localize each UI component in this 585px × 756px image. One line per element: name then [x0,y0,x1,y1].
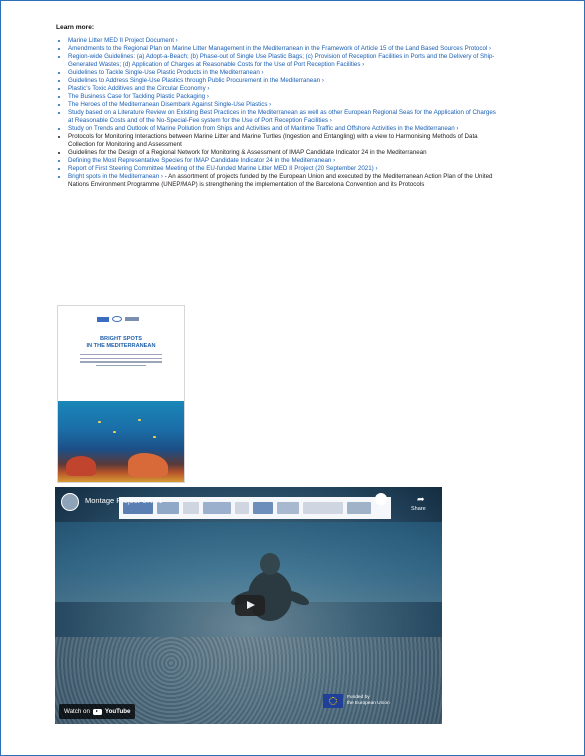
resource-list-item[interactable]: Guidelines to Address Single-Use Plastic… [68,77,496,85]
cover-title-line1: BRIGHT SPOTS [100,336,142,342]
youtube-play-icon [92,708,102,715]
bright-spots-cover[interactable]: BRIGHT SPOTS IN THE MEDITERRANEAN [57,305,185,483]
resource-list: Marine Litter MED II Project Document ›A… [56,37,496,189]
map-logo-icon [125,317,139,321]
resource-list-item[interactable]: Report of First Steering Committee Meeti… [68,165,496,173]
resource-text: Protocols for Monitoring Interactions be… [68,133,478,148]
play-button[interactable] [235,595,265,616]
resource-link[interactable]: Defining the Most Representative Species… [68,157,335,164]
cover-title-line2: IN THE MEDITERRANEAN [86,343,156,349]
resource-link[interactable]: Report of First Steering Committee Meeti… [68,165,378,172]
resource-text: Guidelines for the Design of a Regional … [68,149,427,156]
share-icon[interactable]: ➦ [417,494,427,504]
learn-more-heading: Learn more: [56,24,95,31]
resource-list-item[interactable]: Amendments to the Regional Plan on Marin… [68,45,496,53]
learn-more-section: Learn more: Marine Litter MED II Project… [56,24,496,189]
bright-spots-link[interactable]: Bright spots in the Mediterranean › [68,173,163,180]
eu-funded-line2: the European Union [347,701,390,706]
resource-link[interactable]: Amendments to the Regional Plan on Marin… [68,45,491,52]
resource-link[interactable]: Region-wide Guidelines: (a) Adopt-a-Beac… [68,53,494,68]
resource-list-item[interactable]: Marine Litter MED II Project Document › [68,37,496,45]
watch-on-youtube-button[interactable]: Watch on YouTube [59,704,136,719]
watch-on-label: Watch on [64,708,90,715]
resource-list-item[interactable]: Defining the Most Representative Species… [68,157,496,165]
resource-list-item[interactable]: Guidelines to Tackle Single-Use Plastic … [68,69,496,77]
resource-link[interactable]: Guidelines to Address Single-Use Plastic… [68,77,324,84]
video-player[interactable]: Montage Project UK 01 ➦ Share Funded by … [55,487,442,724]
video-title[interactable]: Montage Project UK 01 [85,496,163,505]
cover-logos [97,315,145,323]
resource-link[interactable]: Plastic’s Toxic Additives and the Circul… [68,85,209,92]
resource-list-item[interactable]: Plastic’s Toxic Additives and the Circul… [68,85,496,93]
youtube-wordmark: YouTube [104,708,131,715]
cover-title: BRIGHT SPOTS IN THE MEDITERRANEAN [58,336,184,350]
resource-link[interactable]: The Heroes of the Mediterranean Disembar… [68,101,271,108]
unep-logo-icon [112,316,122,322]
resource-link[interactable]: Guidelines to Tackle Single-Use Plastic … [68,69,264,76]
eu-logo-icon [97,316,109,322]
cover-subtitle-lines [80,354,162,372]
resource-list-item[interactable]: The Business Case for Tackling Plastic P… [68,93,496,101]
cover-reef-image [58,401,184,482]
share-label[interactable]: Share [411,506,426,512]
eu-funded-badge: Funded by the European Union [323,690,393,712]
resource-link[interactable]: Study based on a Literature Review on Ex… [68,109,496,124]
resource-list-item: Protocols for Monitoring Interactions be… [68,133,496,149]
resource-link[interactable]: Study on Trends and Outlook of Marine Po… [68,125,458,132]
eu-flag-icon [323,694,343,708]
resource-list-item: Guidelines for the Design of a Regional … [68,149,496,157]
resource-list-item[interactable]: Study based on a Literature Review on Ex… [68,109,496,125]
resource-list-item[interactable]: Region-wide Guidelines: (a) Adopt-a-Beac… [68,53,496,69]
resource-list-item[interactable]: Study on Trends and Outlook of Marine Po… [68,125,496,133]
resource-list-item[interactable]: The Heroes of the Mediterranean Disembar… [68,101,496,109]
resource-link[interactable]: Marine Litter MED II Project Document › [68,37,178,44]
resource-link[interactable]: The Business Case for Tackling Plastic P… [68,93,209,100]
channel-avatar-icon[interactable] [61,493,79,511]
watch-later-icon[interactable] [375,493,387,505]
resource-list-item[interactable]: Bright spots in the Mediterranean › - An… [68,173,496,189]
